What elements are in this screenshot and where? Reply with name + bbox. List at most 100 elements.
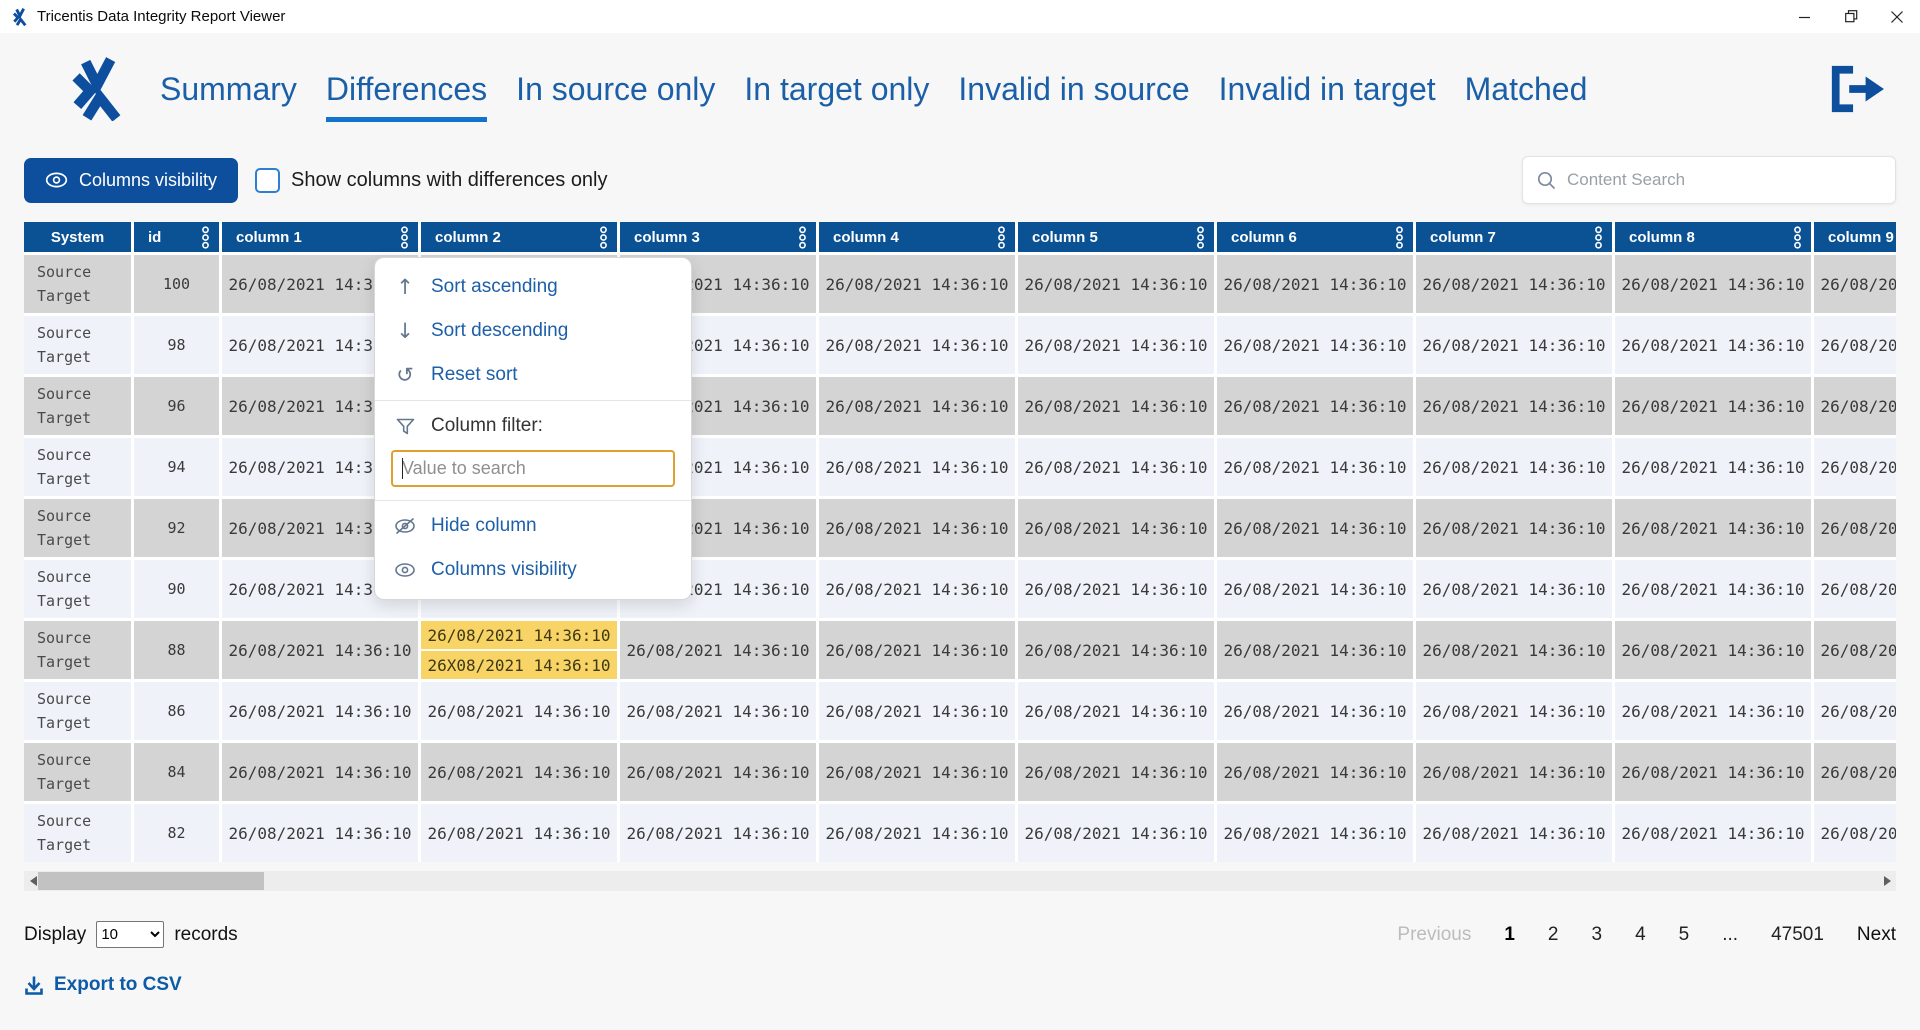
column-menu-icon[interactable] [400,226,409,249]
value-cell-column-9: 26/08/2021 14:36:10 [1814,255,1896,313]
next-page-button[interactable]: Next [1857,924,1896,946]
value-cell-column-3: 26/08/2021 14:36:10 [620,621,816,679]
column-header-id[interactable]: id [134,222,219,252]
close-button[interactable] [1874,0,1920,33]
columns-visibility-item[interactable]: Columns visibility [375,548,691,592]
value-cell-column-7: 26/08/2021 14:36:10 [1416,682,1612,740]
value-cell-column-3: 26/08/2021 14:36:10 [620,804,816,862]
hide-column-label: Hide column [431,515,537,537]
maximize-restore-button[interactable] [1828,0,1874,33]
value-cell-column-7: 26/08/2021 14:36:10 [1416,621,1612,679]
value-cell-column-6: 26/08/2021 14:36:10 [1217,377,1413,435]
horizontal-scrollbar[interactable] [24,871,1896,891]
column-header-column-7[interactable]: column 7 [1416,222,1612,252]
page-button-5[interactable]: 5 [1679,924,1690,946]
reset-sort-item[interactable]: ↺ Reset sort [375,353,691,397]
table-row-id-94: SourceTarget9426/08/2021 14:36:1026/08/2… [24,438,1896,496]
page-ellipsis: ... [1722,924,1738,946]
column-menu-icon[interactable] [1196,226,1205,249]
id-cell: 98 [134,316,219,374]
column-header-column-9[interactable]: column 9 [1814,222,1896,252]
columns-visibility-button[interactable]: Columns visibility [24,158,238,203]
show-differences-checkbox[interactable] [255,168,280,193]
tab-summary[interactable]: Summary [160,57,297,122]
sort-descending-item[interactable]: ↓ Sort descending [375,309,691,353]
sort-ascending-item[interactable]: ↑ Sort ascending [375,265,691,309]
value-cell-column-7: 26/08/2021 14:36:10 [1416,499,1612,557]
column-menu-icon[interactable] [1793,226,1802,249]
id-cell: 92 [134,499,219,557]
value-cell-column-8: 26/08/2021 14:36:10 [1615,743,1811,801]
sort-ascending-label: Sort ascending [431,276,558,298]
column-header-column-2[interactable]: column 2 [421,222,617,252]
tab-matched[interactable]: Matched [1465,57,1588,122]
export-to-csv-link[interactable]: Export to CSV [24,974,182,996]
value-cell-column-4: 26/08/2021 14:36:10 [819,560,1015,618]
main-navigation: Summary Differences In source only In targe… [0,33,1920,145]
column-menu-icon[interactable] [798,226,807,249]
id-cell: 86 [134,682,219,740]
value-cell-column-5: 26/08/2021 14:36:10 [1018,560,1214,618]
tab-invalid-in-target[interactable]: Invalid in target [1219,57,1436,122]
system-cell: SourceTarget [24,499,131,557]
value-cell-column-7: 26/08/2021 14:36:10 [1416,255,1612,313]
column-header-column-1[interactable]: column 1 [222,222,418,252]
value-cell-column-6: 26/08/2021 14:36:10 [1217,255,1413,313]
hide-column-item[interactable]: Hide column [375,504,691,548]
column-header-label: column 7 [1430,229,1496,246]
page-button-3[interactable]: 3 [1592,924,1603,946]
page-button-4[interactable]: 4 [1635,924,1646,946]
scrollbar-thumb[interactable] [38,872,264,890]
value-cell-column-9: 26/08/2021 14:36:10 [1814,682,1896,740]
column-header-column-4[interactable]: column 4 [819,222,1015,252]
minimize-button[interactable] [1782,0,1828,33]
column-header-column-6[interactable]: column 6 [1217,222,1413,252]
column-menu-icon[interactable] [1594,226,1603,249]
system-label-target: Target [37,531,91,549]
differences-table: Systemid column 1 column 2column 3column 4… [24,222,1896,862]
column-header-system[interactable]: System [24,222,131,252]
tab-invalid-in-source[interactable]: Invalid in source [958,57,1189,122]
diff-cell-column-2: 26/08/2021 14:36:1026X08/2021 14:36:10 [421,621,617,679]
previous-page-button[interactable]: Previous [1397,924,1471,946]
column-header-label: column 1 [236,229,302,246]
system-label-target: Target [37,409,91,427]
value-cell-column-9: 26/08/2021 14:36:10 [1814,438,1896,496]
column-menu-icon[interactable] [599,226,608,249]
column-menu-icon[interactable] [1395,226,1404,249]
tricentis-logo-large-icon [62,57,126,121]
scroll-right-arrow[interactable] [1880,871,1894,891]
page-button-2[interactable]: 2 [1548,924,1559,946]
system-cell: SourceTarget [24,560,131,618]
system-label-source: Source [37,690,91,708]
value-cell-column-5: 26/08/2021 14:36:10 [1018,499,1214,557]
page-button-1[interactable]: 1 [1504,924,1515,946]
value-cell-column-6: 26/08/2021 14:36:10 [1217,682,1413,740]
table-row-id-92: SourceTarget92 26/08/2021 14:36:10 26/08/2… [24,499,1896,557]
system-cell: SourceTarget [24,255,131,313]
column-header-label: column 9 [1828,229,1894,246]
table-footer: Display 10 records Previous12345...47501… [24,921,1896,948]
system-cell: SourceTarget [24,438,131,496]
tab-in-source-only[interactable]: In source only [516,57,715,122]
eye-icon [45,172,68,188]
system-label-source: Source [37,263,91,281]
column-menu-icon[interactable] [997,226,1006,249]
column-header-column-8[interactable]: column 8 [1615,222,1811,252]
value-cell-column-1: 26/08/2021 14:36:10 [222,621,418,679]
text-caret [402,458,403,479]
eye-off-icon [393,517,417,535]
content-search-input[interactable] [1567,170,1881,190]
arrow-up-icon: ↑ [393,275,417,299]
value-cell-column-8: 26/08/2021 14:36:10 [1615,255,1811,313]
column-filter-input[interactable] [391,450,675,487]
page-size-select[interactable]: 10 [96,921,164,948]
tab-differences[interactable]: Differences [326,57,487,122]
tab-in-target-only[interactable]: In target only [744,57,929,122]
exit-report-icon[interactable] [1824,62,1886,116]
column-header-column-3[interactable]: column 3 [620,222,816,252]
system-label-target: Target [37,836,91,854]
column-menu-icon[interactable] [201,226,210,249]
column-header-column-5[interactable]: column 5 [1018,222,1214,252]
page-button-47501[interactable]: 47501 [1771,924,1824,946]
